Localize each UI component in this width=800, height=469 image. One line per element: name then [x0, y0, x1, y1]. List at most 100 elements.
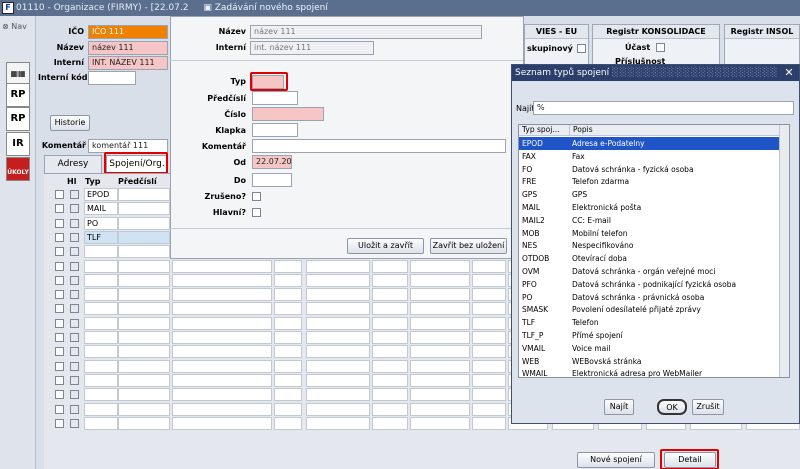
row-cell[interactable] — [172, 331, 272, 344]
row-cell[interactable] — [472, 345, 506, 359]
row-cell[interactable] — [372, 288, 408, 302]
row-cell[interactable] — [410, 402, 470, 416]
list-item[interactable]: TLF Telefon — [519, 316, 781, 329]
row-cell[interactable] — [118, 373, 170, 387]
row-cell[interactable] — [306, 373, 370, 387]
row-hlavni-checkbox[interactable] — [70, 218, 79, 228]
list-item[interactable]: FRE Telefon zdarma — [519, 175, 781, 188]
row-cell[interactable] — [274, 388, 302, 402]
row-cell[interactable] — [306, 388, 370, 402]
row-cell[interactable] — [472, 388, 506, 402]
row-cell[interactable] — [306, 302, 370, 316]
row-cell[interactable] — [410, 373, 470, 387]
zavrit-bez-ulozeni-button[interactable]: Zavřít bez uložení — [430, 238, 507, 254]
row-typ-cell[interactable] — [84, 245, 118, 259]
row-cell[interactable] — [372, 345, 408, 359]
row-typ-cell[interactable] — [84, 359, 118, 373]
row-cell[interactable] — [172, 388, 272, 402]
row-cell[interactable] — [172, 273, 272, 287]
row-hlavni-checkbox[interactable] — [70, 375, 79, 385]
komentar-field[interactable]: komentář 111 — [88, 139, 168, 153]
list-item[interactable]: EPOD Adresa e-Podatelny — [519, 137, 781, 150]
row-typ-cell[interactable] — [84, 388, 118, 402]
row-cell[interactable] — [472, 402, 506, 416]
list-item[interactable]: WMAIL Elektronická adresa pro WebMailer — [519, 367, 781, 377]
list-item[interactable]: FO Datová schránka - fyzická osoba — [519, 163, 781, 176]
row-cell[interactable] — [274, 345, 302, 359]
najit-field[interactable]: % — [533, 101, 794, 115]
row-typ-cell[interactable] — [84, 316, 118, 330]
row-typ-cell[interactable] — [84, 273, 118, 287]
row-cell[interactable] — [118, 402, 170, 416]
nazev-field[interactable]: název 111 — [88, 41, 168, 55]
row-cell[interactable] — [118, 345, 170, 359]
row-cell[interactable] — [372, 259, 408, 273]
row-cell[interactable] — [472, 273, 506, 287]
do-field[interactable] — [252, 173, 292, 187]
row-select-checkbox[interactable] — [55, 347, 64, 357]
row-hlavni-checkbox[interactable] — [70, 247, 79, 257]
row-select-checkbox[interactable] — [55, 190, 64, 199]
row-cell[interactable] — [410, 416, 470, 430]
row-cell[interactable] — [306, 259, 370, 273]
list-item[interactable]: TLF_P Přímé spojení — [519, 329, 781, 342]
list-item[interactable]: PO Datová schránka - právnická osoba — [519, 291, 781, 304]
row-typ-cell[interactable] — [84, 373, 118, 387]
row-hlavni-checkbox[interactable] — [70, 261, 79, 271]
row-cell[interactable] — [118, 288, 170, 302]
row-cell[interactable] — [172, 302, 272, 316]
row-typ-cell[interactable] — [84, 302, 118, 316]
row-cell[interactable] — [372, 359, 408, 373]
row-typ-cell[interactable]: TLF — [84, 230, 118, 244]
row-hlavni-checkbox[interactable] — [70, 190, 79, 199]
row-cell[interactable] — [274, 359, 302, 373]
row-cell[interactable] — [472, 302, 506, 316]
list-item[interactable]: MOB Mobilní telefon — [519, 227, 781, 240]
popup-ok-button[interactable]: OK — [657, 399, 687, 415]
row-cell[interactable] — [306, 273, 370, 287]
row-cell[interactable] — [118, 359, 170, 373]
row-cell[interactable] — [372, 273, 408, 287]
row-select-checkbox[interactable] — [55, 232, 64, 242]
rp-blue-icon[interactable]: RP — [6, 107, 30, 131]
row-cell[interactable] — [306, 316, 370, 330]
row-cell[interactable] — [274, 373, 302, 387]
row-cell[interactable] — [372, 388, 408, 402]
row-cell[interactable] — [118, 188, 170, 201]
row-cell[interactable] — [306, 288, 370, 302]
row-cell[interactable] — [118, 216, 170, 230]
row-cell[interactable] — [410, 331, 470, 344]
row-select-checkbox[interactable] — [55, 333, 64, 342]
interni-kod-field[interactable] — [88, 71, 136, 85]
skupinovy-checkbox[interactable] — [577, 44, 586, 53]
row-cell[interactable] — [306, 345, 370, 359]
row-hlavni-checkbox[interactable] — [70, 204, 79, 214]
row-typ-cell[interactable] — [84, 288, 118, 302]
row-select-checkbox[interactable] — [55, 375, 64, 385]
row-cell[interactable] — [410, 345, 470, 359]
row-select-checkbox[interactable] — [55, 390, 64, 400]
list-item[interactable]: MAIL2 CC: E-mail — [519, 214, 781, 227]
row-cell[interactable] — [118, 245, 170, 259]
row-cell[interactable] — [172, 359, 272, 373]
row-cell[interactable] — [410, 288, 470, 302]
row-select-checkbox[interactable] — [55, 404, 64, 414]
row-cell[interactable] — [118, 331, 170, 344]
list-item[interactable]: SMASK Povolení odesílatelé přijaté zprávy — [519, 303, 781, 316]
row-cell[interactable] — [172, 402, 272, 416]
row-cell[interactable] — [172, 316, 272, 330]
row-cell[interactable] — [118, 273, 170, 287]
row-cell[interactable] — [410, 302, 470, 316]
row-cell[interactable] — [274, 302, 302, 316]
row-cell[interactable] — [472, 331, 506, 344]
row-hlavni-checkbox[interactable] — [70, 318, 79, 328]
row-cell[interactable] — [306, 416, 370, 430]
list-scrollbar[interactable] — [779, 125, 789, 377]
row-cell[interactable] — [306, 359, 370, 373]
row-cell[interactable] — [410, 259, 470, 273]
list-item[interactable]: GPS GPS — [519, 188, 781, 201]
row-cell[interactable] — [472, 416, 506, 430]
row-cell[interactable] — [410, 316, 470, 330]
dlg-komentar-field[interactable] — [252, 139, 506, 153]
row-hlavni-checkbox[interactable] — [70, 404, 79, 414]
